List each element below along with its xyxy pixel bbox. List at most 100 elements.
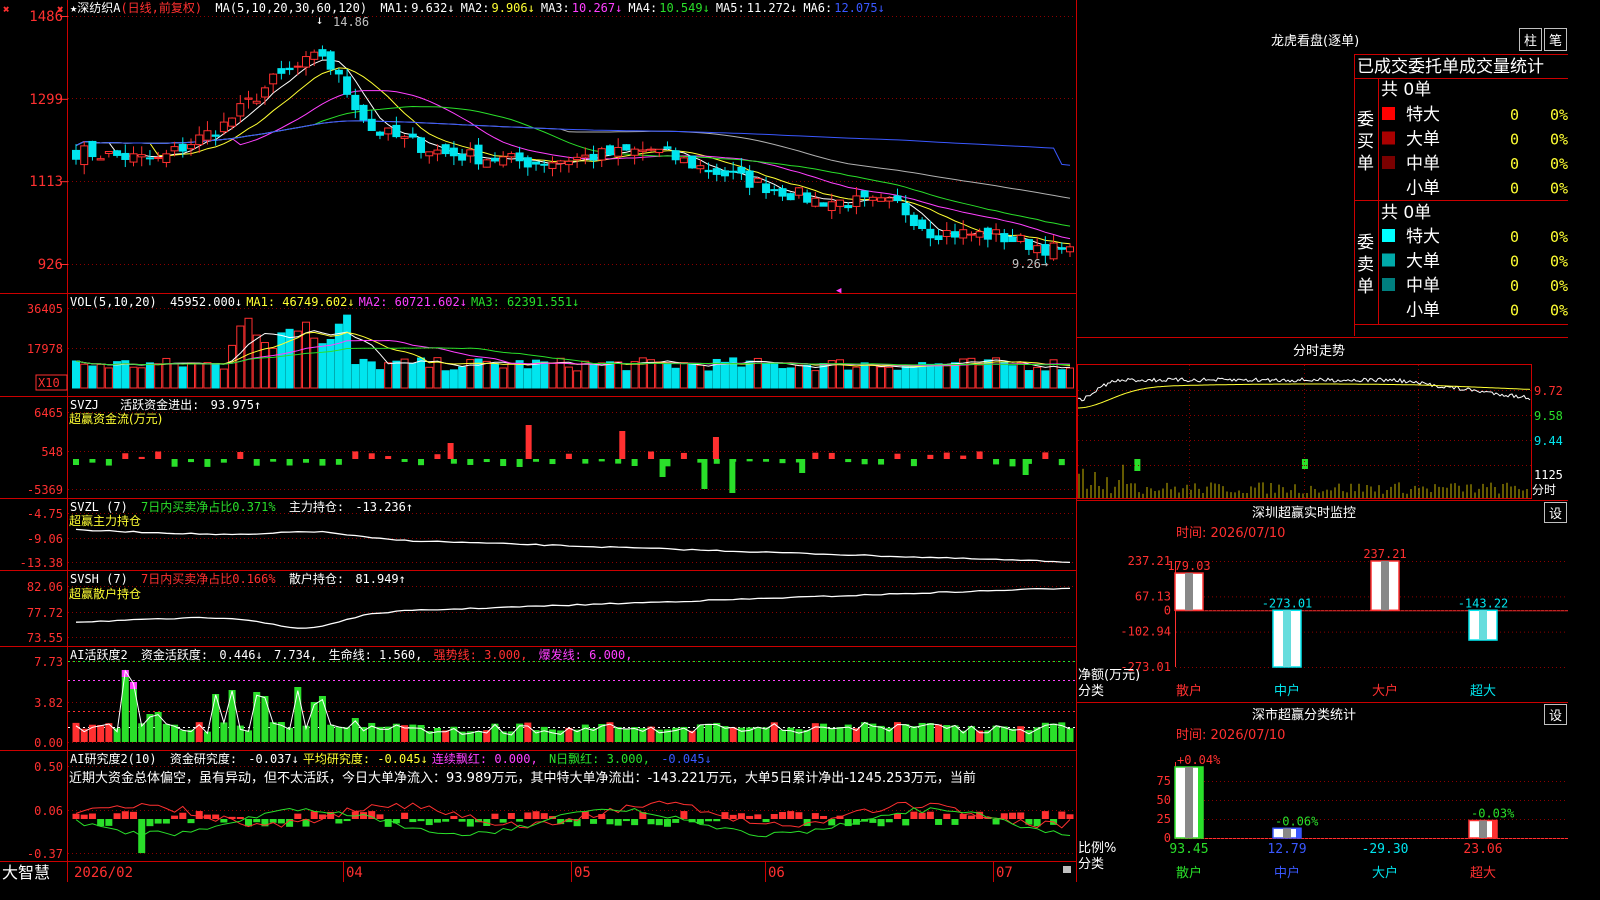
ai-active-bar (121, 670, 129, 742)
svsh-name: SVSH (7) (70, 572, 128, 586)
monitor-settings-label: 设 (1549, 507, 1562, 522)
candle-body (1057, 247, 1066, 250)
vol-bar (1066, 367, 1074, 389)
candle-body (712, 168, 721, 175)
ai-research-bar (376, 814, 384, 819)
svzj-value: 93.975↑ (211, 398, 262, 412)
candle-body (794, 187, 803, 196)
ai-active-bar (72, 722, 80, 742)
svzj-bar (927, 454, 934, 459)
vol-bar (269, 347, 278, 389)
ai-research-bar (540, 813, 548, 819)
svzj-bar (105, 459, 112, 466)
ai-research-bar (910, 811, 918, 819)
candle-body (950, 231, 959, 238)
vol-bar (663, 363, 672, 389)
candle-body (1049, 242, 1058, 260)
candle-body (474, 144, 483, 165)
category-swatch (1382, 278, 1395, 291)
monitor-y-tick: -102.94 (1120, 625, 1171, 639)
ai-active-bar (433, 727, 441, 742)
ai-active-bar (598, 723, 606, 742)
ai-active-bar (581, 724, 589, 742)
vol-ma1: MA1: 46749.602↓ (246, 295, 354, 309)
ma-label: MA4: (628, 1, 657, 15)
candle-body (482, 159, 491, 168)
candle-body (507, 153, 516, 158)
candle-body (819, 202, 828, 207)
vol-bar (310, 337, 319, 389)
candle-body (868, 196, 877, 201)
svzj-bar (812, 452, 819, 459)
monitor-y-tick: 237.21 (1128, 554, 1171, 568)
side-label: 委 (1357, 110, 1374, 130)
monitor-y-tick: 0 (1164, 603, 1171, 617)
svzl-label: 7日内买卖净占比0.371% (141, 499, 276, 514)
candle-body (614, 146, 623, 157)
intraday-tick: 9.72 (1534, 384, 1563, 398)
vol-bar (844, 369, 853, 389)
ai-active-bar (787, 727, 795, 742)
category-name: 特大 (1406, 227, 1440, 247)
vol-bar (934, 363, 943, 389)
ai-research-bar (729, 814, 737, 819)
vol-bar (942, 364, 951, 389)
svzl-y-tick: -13.38 (20, 556, 63, 570)
ai-active-bar (286, 727, 294, 742)
ai-research-bar (647, 819, 655, 825)
ma-value: 11.272↓ (747, 1, 798, 15)
candle-body (1024, 239, 1033, 250)
monitor-bar-shade (1185, 573, 1193, 611)
ai-active-strong: 强势线: 3.000, (434, 648, 528, 662)
svzj-bar (533, 459, 540, 462)
svzj-bar (418, 459, 425, 466)
lock-icon[interactable] (1063, 866, 1071, 873)
candle-body (926, 228, 935, 239)
candle-body (228, 117, 237, 127)
svzj-bar (631, 459, 638, 466)
stats-category: 中户 (1274, 865, 1300, 881)
ai-active-bar (318, 696, 326, 742)
vol-bar (367, 361, 376, 389)
close-icon[interactable]: ✖ (3, 3, 10, 16)
ai-research-bar (918, 812, 926, 819)
candle-body (310, 51, 319, 60)
candle-body (285, 67, 294, 71)
candle-body (277, 68, 286, 74)
candle-body (532, 161, 541, 165)
svzj-bar (763, 459, 770, 462)
ai-active-life: 生命线: 1.560, (329, 647, 423, 662)
ai-research-y-tick: -0.37 (27, 847, 63, 861)
stats-bar-label: 93.45 (1169, 842, 1208, 857)
candle-body (293, 65, 302, 68)
ai-research-bar (524, 812, 532, 819)
svzl-legend: SVZL (7) 7日内买卖净占比0.371% 主力持仓: -13.236↑ (70, 499, 413, 514)
svzj-bar (894, 453, 901, 459)
monitor-bar-label: -143.22 (1458, 596, 1509, 610)
svzj-bar (319, 459, 326, 466)
ai-research-bar (425, 819, 433, 826)
stats-bar-edge (1198, 766, 1203, 838)
vol-bar (375, 369, 384, 389)
candle-body (236, 103, 245, 117)
category-count: 0 (1510, 106, 1519, 124)
ai-active-bar (475, 730, 483, 742)
svzj-bar (401, 459, 408, 462)
ai-active-bar (795, 729, 803, 742)
candle-body (877, 197, 886, 202)
candle-body (458, 153, 467, 161)
svzj-bar (976, 451, 983, 459)
category-swatch (1382, 229, 1395, 242)
svzj-bar (483, 459, 490, 463)
ai-active-bar (902, 724, 910, 742)
ai-research-bar (926, 811, 934, 819)
ai-active-bar (310, 702, 318, 742)
ai-research-avg: 平均研究度: -0.045↓ (303, 751, 428, 766)
monitor-bar-shade (1479, 610, 1487, 641)
ai-active-bar (1017, 726, 1025, 742)
vol-bar (950, 362, 959, 389)
candle-body (384, 127, 393, 135)
intraday-tick: 9.44 (1534, 434, 1563, 448)
ai-active-bar (269, 722, 277, 742)
vol-bar (1000, 361, 1009, 389)
